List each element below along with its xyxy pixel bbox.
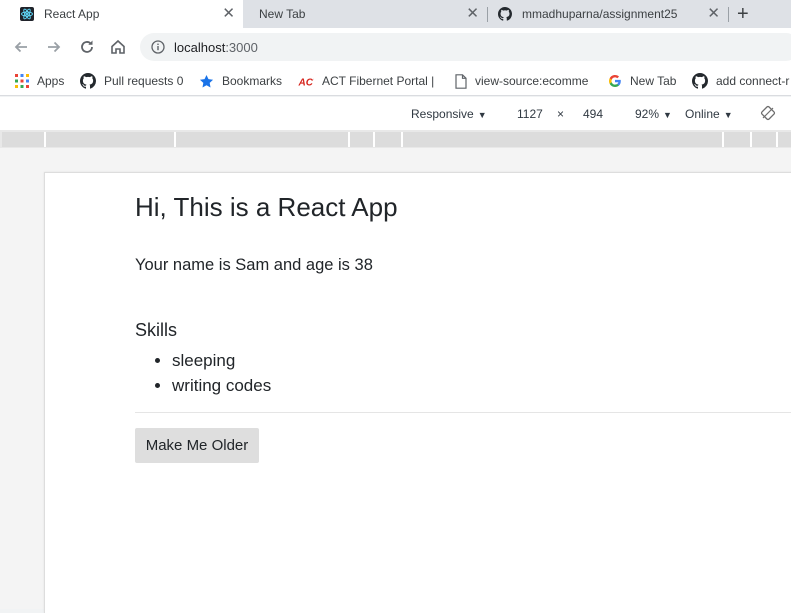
height-input[interactable]: 494 (583, 107, 603, 123)
device-select[interactable]: Responsive ▼ (411, 107, 487, 121)
bookmarks-bar: Apps Pull requests 0 Bookmarks ACT ACT F… (0, 66, 791, 96)
ruler-tick (373, 132, 375, 147)
url-host: localhost (174, 40, 226, 55)
device-label: Responsive (411, 107, 474, 121)
skills-heading: Skills (135, 320, 178, 340)
bookmark-bookmarks[interactable]: Bookmarks (199, 73, 282, 89)
url-text: localhost:3000 (174, 40, 258, 55)
home-button[interactable] (108, 37, 128, 57)
tab-github-assignment[interactable]: mmadhuparna/assignment25 ✕ (488, 0, 728, 28)
ruler-tick (174, 132, 176, 147)
ruler-tick (776, 132, 778, 147)
google-icon (609, 75, 621, 87)
github-icon (498, 7, 512, 21)
dropdown-caret-icon: ▼ (663, 110, 672, 120)
browser-toolbar: localhost:3000 (0, 28, 791, 66)
bookmark-act-fibernet[interactable]: ACT ACT Fibernet Portal | (298, 73, 434, 89)
bookmark-view-source[interactable]: view-source:ecomme (455, 73, 588, 89)
network-select[interactable]: Online ▼ (685, 107, 733, 121)
home-icon (111, 39, 125, 54)
bookmark-label: view-source:ecomme (475, 74, 589, 88)
list-item: sleeping (172, 348, 271, 373)
react-favicon-icon (20, 7, 34, 21)
close-icon[interactable]: ✕ (222, 6, 235, 22)
info-icon[interactable] (151, 40, 165, 54)
zoom-select[interactable]: 92% ▼ (635, 107, 672, 121)
zoom-label: 92% (635, 107, 660, 121)
tab-title: React App (44, 7, 100, 21)
bookmark-apps[interactable]: Apps (15, 73, 64, 89)
svg-text:ACT: ACT (298, 78, 314, 89)
bookmark-label: add connect-r (716, 74, 790, 88)
new-tab-plus-icon[interactable]: + (737, 3, 749, 25)
reload-icon (81, 40, 93, 53)
address-bar[interactable]: localhost:3000 (140, 33, 791, 61)
tab-new-tab[interactable]: New Tab ✕ (244, 0, 487, 28)
ruler-bar (2, 132, 791, 147)
tab-title: mmadhuparna/assignment25 (522, 7, 678, 21)
app-title: Hi, This is a React App (135, 192, 398, 222)
tab-strip: React App ✕ New Tab ✕ mmadhuparna/assign… (0, 0, 791, 28)
reload-button[interactable] (77, 37, 97, 57)
skills-list: sleeping writing codes (135, 348, 271, 398)
device-toolbar: Responsive ▼ 1127 × 494 92% ▼ Online ▼ (0, 97, 791, 130)
dimension-times: × (557, 107, 565, 121)
intro-text: Your name is Sam and age is 38 (135, 256, 373, 274)
star-icon (199, 74, 214, 87)
network-label: Online (685, 107, 720, 121)
make-me-older-button[interactable]: Make Me Older (135, 428, 259, 463)
github-icon (692, 73, 708, 89)
bookmark-add-connect[interactable]: add connect-r (692, 73, 789, 89)
tab-react-app[interactable]: React App ✕ (0, 0, 243, 28)
width-input[interactable]: 1127 (517, 107, 543, 123)
url-port: :3000 (225, 40, 258, 55)
list-item: writing codes (172, 373, 271, 398)
rotate-icon[interactable] (760, 105, 776, 121)
bookmark-pull-requests[interactable]: Pull requests 0 (80, 73, 183, 89)
bookmark-label: ACT Fibernet Portal | (322, 74, 435, 88)
github-icon (80, 73, 96, 89)
back-arrow-icon (14, 41, 27, 53)
bookmark-label: Pull requests 0 (104, 74, 184, 88)
tab-title: New Tab (259, 7, 306, 21)
bookmark-label: Apps (37, 74, 65, 88)
bookmark-label: Bookmarks (222, 74, 283, 88)
forward-button[interactable] (44, 37, 64, 57)
ruler-tick (750, 132, 752, 147)
ruler-tick (348, 132, 350, 147)
bookmark-label: New Tab (630, 74, 677, 88)
act-logo-icon: ACT (298, 74, 314, 88)
apps-grid-icon (15, 74, 29, 88)
ruler-tick (44, 132, 46, 147)
forward-arrow-icon (48, 41, 61, 53)
tab-separator (728, 7, 729, 22)
close-icon[interactable]: ✕ (466, 6, 479, 22)
dropdown-caret-icon: ▼ (723, 110, 733, 120)
media-query-ruler[interactable] (0, 130, 791, 148)
bookmark-new-tab[interactable]: New Tab (608, 73, 676, 89)
close-icon[interactable]: ✕ (707, 6, 720, 22)
ruler-tick (401, 132, 403, 147)
back-button[interactable] (11, 37, 31, 57)
page-icon (455, 73, 467, 89)
dropdown-caret-icon: ▼ (477, 110, 487, 120)
divider (135, 412, 791, 413)
ruler-tick (722, 132, 724, 147)
